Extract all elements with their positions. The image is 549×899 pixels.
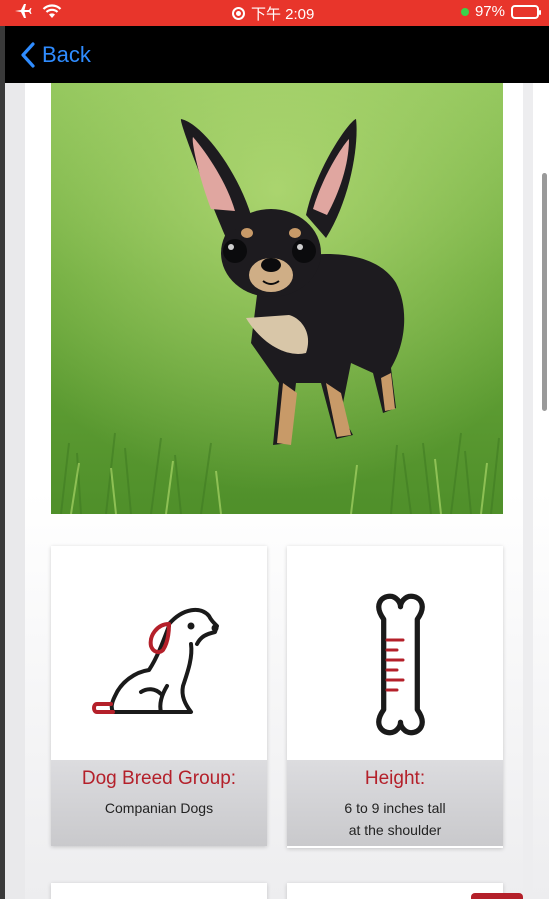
dog-photo [51, 83, 503, 514]
status-right: 97% [460, 3, 541, 20]
back-label: Back [42, 41, 91, 67]
breed-group-title: Dog Breed Group: [81, 768, 237, 789]
next-card-left[interactable] [51, 883, 267, 899]
sitting-dog-icon [92, 607, 219, 714]
height-icon-area [287, 546, 503, 760]
navigation-bar: Back [5, 26, 549, 83]
bone-ruler-icon [376, 593, 425, 736]
status-center: 下午 2:09 [232, 3, 314, 24]
height-card[interactable]: Height: 6 to 9 inches tall at the should… [287, 546, 503, 848]
breed-group-card[interactable]: Dog Breed Group: Companian Dogs [51, 546, 267, 846]
scrollbar[interactable] [542, 173, 547, 411]
left-gutter [5, 83, 25, 899]
height-info: Height: 6 to 9 inches tall at the should… [287, 760, 503, 846]
height-line-2: at the shoulder [348, 822, 442, 838]
height-line-1: 6 to 9 inches tall [344, 800, 446, 816]
breed-group-icon-area [51, 546, 267, 760]
right-gutter [523, 83, 533, 899]
wifi-icon [42, 3, 62, 18]
status-time: 下午 2:09 [251, 6, 315, 23]
camera-indicator-icon [460, 7, 469, 16]
height-value: 6 to 9 inches tall at the shoulder [287, 796, 503, 842]
detail-scroll-view[interactable]: Dog Breed Group: Companian Dogs Height: [5, 83, 549, 899]
airplane-icon [15, 4, 32, 18]
breed-group-value: Companian Dogs [104, 800, 214, 816]
battery-percent: 97% [474, 3, 505, 20]
card-badge [471, 893, 523, 899]
status-left [14, 3, 62, 19]
back-button[interactable]: Back [20, 42, 91, 68]
battery-icon [511, 4, 541, 19]
height-title: Height: [364, 768, 426, 789]
breed-group-info: Dog Breed Group: Companian Dogs [51, 760, 267, 846]
status-bar: 下午 2:09 97% [0, 0, 549, 26]
screen-recording-icon [232, 7, 245, 20]
chevron-left-icon [21, 41, 35, 68]
